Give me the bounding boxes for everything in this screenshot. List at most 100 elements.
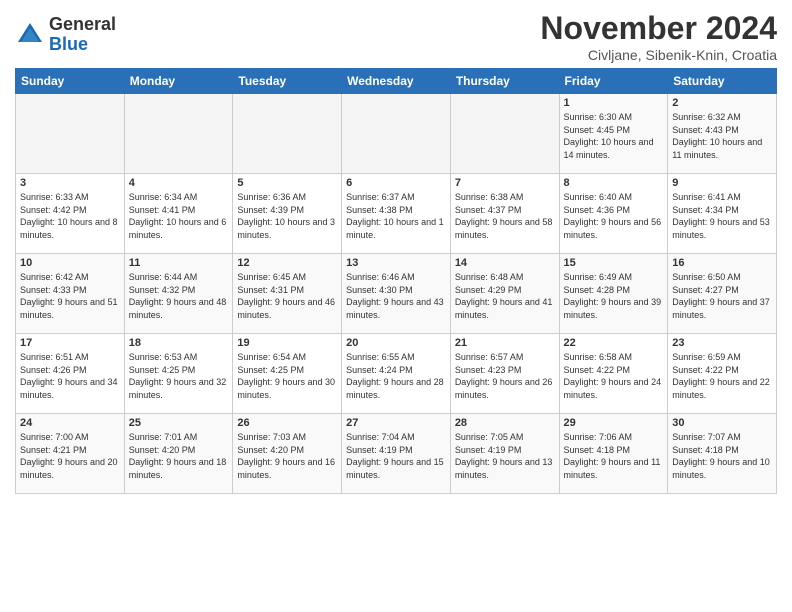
day-info: Sunrise: 6:45 AMSunset: 4:31 PMDaylight:… [237, 271, 337, 321]
day-info: Sunrise: 6:32 AMSunset: 4:43 PMDaylight:… [672, 111, 772, 161]
day-number: 28 [455, 417, 555, 429]
day-info: Sunrise: 6:50 AMSunset: 4:27 PMDaylight:… [672, 271, 772, 321]
day-info: Sunrise: 6:36 AMSunset: 4:39 PMDaylight:… [237, 191, 337, 241]
col-saturday: Saturday [668, 69, 777, 94]
day-number: 7 [455, 177, 555, 189]
calendar-cell [124, 94, 233, 174]
day-number: 11 [129, 257, 229, 269]
day-info: Sunrise: 6:33 AMSunset: 4:42 PMDaylight:… [20, 191, 120, 241]
calendar-cell: 28 Sunrise: 7:05 AMSunset: 4:19 PMDayligh… [450, 414, 559, 494]
day-info: Sunrise: 6:54 AMSunset: 4:25 PMDaylight:… [237, 351, 337, 401]
day-info: Sunrise: 6:59 AMSunset: 4:22 PMDaylight:… [672, 351, 772, 401]
day-number: 23 [672, 337, 772, 349]
logo: General Blue [15, 15, 116, 55]
header-row: Sunday Monday Tuesday Wednesday Thursday… [16, 69, 777, 94]
day-info: Sunrise: 6:30 AMSunset: 4:45 PMDaylight:… [564, 111, 664, 161]
calendar-cell: 20 Sunrise: 6:55 AMSunset: 4:24 PMDayligh… [342, 334, 451, 414]
day-number: 22 [564, 337, 664, 349]
calendar-cell: 15 Sunrise: 6:49 AMSunset: 4:28 PMDayligh… [559, 254, 668, 334]
day-info: Sunrise: 6:37 AMSunset: 4:38 PMDaylight:… [346, 191, 446, 241]
day-number: 19 [237, 337, 337, 349]
calendar-cell: 25 Sunrise: 7:01 AMSunset: 4:20 PMDayligh… [124, 414, 233, 494]
calendar-week-0: 1 Sunrise: 6:30 AMSunset: 4:45 PMDaylight… [16, 94, 777, 174]
calendar-cell: 1 Sunrise: 6:30 AMSunset: 4:45 PMDaylight… [559, 94, 668, 174]
day-number: 26 [237, 417, 337, 429]
logo-general: General [49, 15, 116, 35]
day-number: 3 [20, 177, 120, 189]
day-number: 25 [129, 417, 229, 429]
calendar-cell: 9Sunrise: 6:41 AMSunset: 4:34 PMDaylight… [668, 174, 777, 254]
day-number: 27 [346, 417, 446, 429]
day-number: 20 [346, 337, 446, 349]
day-info: Sunrise: 7:06 AMSunset: 4:18 PMDaylight:… [564, 431, 664, 481]
day-info: Sunrise: 7:01 AMSunset: 4:20 PMDaylight:… [129, 431, 229, 481]
calendar-cell: 23 Sunrise: 6:59 AMSunset: 4:22 PMDayligh… [668, 334, 777, 414]
calendar-cell: 14 Sunrise: 6:48 AMSunset: 4:29 PMDayligh… [450, 254, 559, 334]
day-number: 30 [672, 417, 772, 429]
day-number: 18 [129, 337, 229, 349]
calendar-cell: 26 Sunrise: 7:03 AMSunset: 4:20 PMDayligh… [233, 414, 342, 494]
day-info: Sunrise: 6:58 AMSunset: 4:22 PMDaylight:… [564, 351, 664, 401]
calendar-week-2: 10 Sunrise: 6:42 AMSunset: 4:33 PMDayligh… [16, 254, 777, 334]
day-info: Sunrise: 6:49 AMSunset: 4:28 PMDaylight:… [564, 271, 664, 321]
calendar-cell: 16Sunrise: 6:50 AMSunset: 4:27 PMDayligh… [668, 254, 777, 334]
day-info: Sunrise: 6:34 AMSunset: 4:41 PMDaylight:… [129, 191, 229, 241]
day-number: 12 [237, 257, 337, 269]
calendar-cell: 2Sunrise: 6:32 AMSunset: 4:43 PMDaylight… [668, 94, 777, 174]
day-info: Sunrise: 6:55 AMSunset: 4:24 PMDaylight:… [346, 351, 446, 401]
col-friday: Friday [559, 69, 668, 94]
calendar-cell: 7 Sunrise: 6:38 AMSunset: 4:37 PMDaylight… [450, 174, 559, 254]
calendar-cell: 12 Sunrise: 6:45 AMSunset: 4:31 PMDayligh… [233, 254, 342, 334]
calendar-cell [233, 94, 342, 174]
location: Civljane, Sibenik-Knin, Croatia [540, 47, 777, 63]
col-monday: Monday [124, 69, 233, 94]
col-thursday: Thursday [450, 69, 559, 94]
day-info: Sunrise: 6:51 AMSunset: 4:26 PMDaylight:… [20, 351, 120, 401]
calendar-week-4: 24 Sunrise: 7:00 AMSunset: 4:21 PMDayligh… [16, 414, 777, 494]
col-sunday: Sunday [16, 69, 125, 94]
calendar-week-3: 17 Sunrise: 6:51 AMSunset: 4:26 PMDayligh… [16, 334, 777, 414]
day-number: 29 [564, 417, 664, 429]
col-wednesday: Wednesday [342, 69, 451, 94]
day-info: Sunrise: 6:42 AMSunset: 4:33 PMDaylight:… [20, 271, 120, 321]
day-info: Sunrise: 6:57 AMSunset: 4:23 PMDaylight:… [455, 351, 555, 401]
day-info: Sunrise: 6:53 AMSunset: 4:25 PMDaylight:… [129, 351, 229, 401]
day-info: Sunrise: 7:00 AMSunset: 4:21 PMDaylight:… [20, 431, 120, 481]
day-info: Sunrise: 6:40 AMSunset: 4:36 PMDaylight:… [564, 191, 664, 241]
day-number: 17 [20, 337, 120, 349]
day-number: 10 [20, 257, 120, 269]
day-number: 14 [455, 257, 555, 269]
calendar-cell: 21Sunrise: 6:57 AMSunset: 4:23 PMDayligh… [450, 334, 559, 414]
day-number: 8 [564, 177, 664, 189]
page-container: General Blue November 2024 Civljane, Sib… [0, 0, 792, 499]
day-number: 13 [346, 257, 446, 269]
logo-icon [15, 20, 45, 50]
day-number: 1 [564, 97, 664, 109]
day-info: Sunrise: 6:38 AMSunset: 4:37 PMDaylight:… [455, 191, 555, 241]
calendar-cell: 17 Sunrise: 6:51 AMSunset: 4:26 PMDayligh… [16, 334, 125, 414]
day-info: Sunrise: 7:04 AMSunset: 4:19 PMDaylight:… [346, 431, 446, 481]
calendar-cell: 10 Sunrise: 6:42 AMSunset: 4:33 PMDayligh… [16, 254, 125, 334]
calendar-cell: 18 Sunrise: 6:53 AMSunset: 4:25 PMDayligh… [124, 334, 233, 414]
day-info: Sunrise: 7:03 AMSunset: 4:20 PMDaylight:… [237, 431, 337, 481]
title-block: November 2024 Civljane, Sibenik-Knin, Cr… [540, 10, 777, 63]
calendar-cell: 30Sunrise: 7:07 AMSunset: 4:18 PMDayligh… [668, 414, 777, 494]
day-info: Sunrise: 6:48 AMSunset: 4:29 PMDaylight:… [455, 271, 555, 321]
day-info: Sunrise: 7:05 AMSunset: 4:19 PMDaylight:… [455, 431, 555, 481]
calendar-cell: 24 Sunrise: 7:00 AMSunset: 4:21 PMDayligh… [16, 414, 125, 494]
header: General Blue November 2024 Civljane, Sib… [15, 10, 777, 63]
calendar-cell: 8 Sunrise: 6:40 AMSunset: 4:36 PMDaylight… [559, 174, 668, 254]
calendar-table: Sunday Monday Tuesday Wednesday Thursday… [15, 68, 777, 494]
logo-text: General Blue [49, 15, 116, 55]
day-number: 4 [129, 177, 229, 189]
day-number: 6 [346, 177, 446, 189]
col-tuesday: Tuesday [233, 69, 342, 94]
day-number: 24 [20, 417, 120, 429]
calendar-cell [342, 94, 451, 174]
day-info: Sunrise: 6:44 AMSunset: 4:32 PMDaylight:… [129, 271, 229, 321]
logo-blue: Blue [49, 35, 116, 55]
calendar-cell: 13Sunrise: 6:46 AMSunset: 4:30 PMDayligh… [342, 254, 451, 334]
day-number: 15 [564, 257, 664, 269]
calendar-cell [450, 94, 559, 174]
calendar-cell: 22 Sunrise: 6:58 AMSunset: 4:22 PMDayligh… [559, 334, 668, 414]
